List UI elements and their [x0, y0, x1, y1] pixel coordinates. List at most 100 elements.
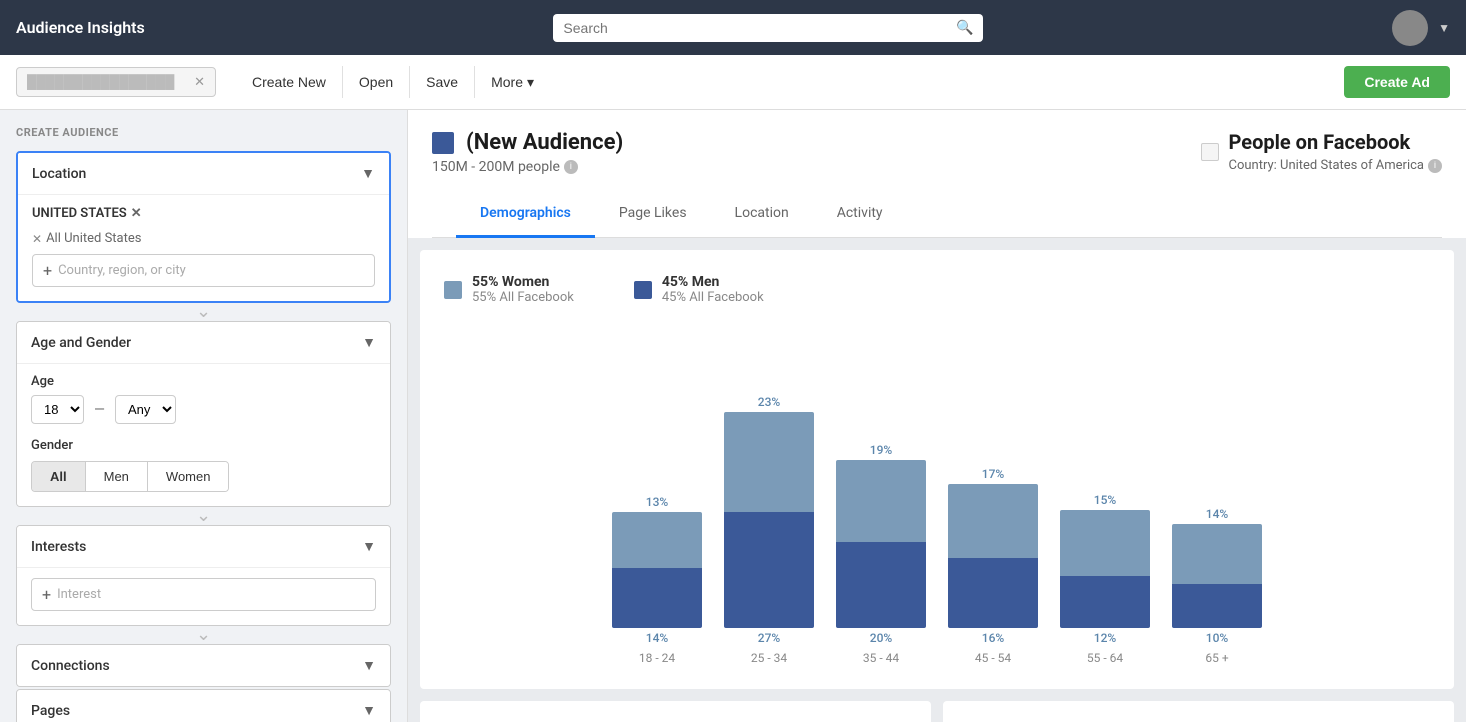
chart-section: 55% Women 55% All Facebook 45% Men 45% A…: [420, 250, 1454, 689]
top-nav: Audience Insights 🔍 ▼: [0, 0, 1466, 55]
tabs: Demographics Page Likes Location Activit…: [432, 191, 1442, 238]
women-pct-0: 13%: [646, 495, 668, 509]
create-new-button[interactable]: Create New: [236, 66, 343, 98]
bar-women-1: [724, 412, 814, 512]
location-section-header[interactable]: Location ▼: [18, 153, 389, 194]
location-tag-remove-icon[interactable]: ✕: [131, 206, 142, 221]
age-group-55 - 64: 15% 12% 55 - 64: [1055, 493, 1155, 665]
interests-panel: Interests ▼ + Interest: [16, 525, 391, 626]
facebook-block: People on Facebook Country: United State…: [1201, 130, 1443, 173]
women-legend-label: 55% Women: [472, 274, 574, 290]
tab-demographics[interactable]: Demographics: [456, 191, 595, 238]
age-gender-label: Age and Gender: [31, 335, 131, 351]
age-group-65 +: 14% 10% 65 +: [1167, 507, 1267, 665]
tab-location[interactable]: Location: [711, 191, 813, 238]
men-legend-sub: 45% All Facebook: [662, 290, 764, 305]
create-audience-label: CREATE AUDIENCE: [16, 126, 391, 139]
age-range-1: 25 - 34: [751, 651, 787, 665]
women-legend-item: 55% Women 55% All Facebook: [444, 274, 574, 305]
audience-info-block: (New Audience) 150M - 200M people i: [432, 130, 623, 175]
age-group-35 - 44: 19% 20% 35 - 44: [831, 443, 931, 665]
audience-name-blurred: ████████████████: [27, 74, 174, 90]
bar-women-0: [612, 512, 702, 568]
age-to-select[interactable]: Any: [115, 395, 176, 424]
women-legend-text: 55% Women 55% All Facebook: [472, 274, 574, 305]
chart-legend: 55% Women 55% All Facebook 45% Men 45% A…: [444, 274, 1430, 305]
pages-header[interactable]: Pages ▼: [17, 690, 390, 722]
gender-label: Gender: [31, 438, 376, 453]
bottom-panels: [420, 701, 1454, 722]
nav-arrow-icon[interactable]: ▼: [1438, 21, 1450, 35]
men-legend-item: 45% Men 45% All Facebook: [634, 274, 764, 305]
location-label: Location: [32, 166, 86, 182]
location-panel-deco: ⌄: [16, 305, 391, 321]
location-subtag-remove-icon[interactable]: ✕: [32, 232, 42, 246]
bar-chart: 13% 14% 18 - 24 23% 27% 25 - 34 19% 20% …: [444, 325, 1430, 665]
location-tags: UNITED STATES ✕: [32, 205, 375, 221]
open-button[interactable]: Open: [343, 66, 410, 98]
men-pct-3: 16%: [982, 631, 1004, 645]
audience-header-row: (New Audience) 150M - 200M people i Peop…: [432, 130, 1442, 175]
main-layout: CREATE AUDIENCE Location ▼ UNITED STATES…: [0, 110, 1466, 722]
bar-women-4: [1060, 510, 1150, 576]
gender-men-button[interactable]: Men: [86, 462, 148, 491]
women-legend-sub: 55% All Facebook: [472, 290, 574, 305]
save-button[interactable]: Save: [410, 66, 475, 98]
interests-chevron-icon: ▼: [362, 538, 376, 555]
more-button[interactable]: More ▾: [475, 66, 550, 99]
interests-header[interactable]: Interests ▼: [17, 526, 390, 567]
gender-women-button[interactable]: Women: [148, 462, 229, 491]
audience-selector[interactable]: ████████████████ ✕: [16, 67, 216, 97]
age-row: 18 — Any: [31, 395, 376, 424]
tab-page-likes[interactable]: Page Likes: [595, 191, 711, 238]
location-panel: Location ▼ UNITED STATES ✕ ✕ All United …: [16, 151, 391, 303]
age-group-45 - 54: 17% 16% 45 - 54: [943, 467, 1043, 665]
age-range-5: 65 +: [1205, 651, 1228, 665]
women-pct-1: 23%: [758, 395, 780, 409]
bottom-panel-right: [943, 701, 1454, 722]
facebook-title: People on Facebook: [1229, 130, 1443, 154]
men-legend-label: 45% Men: [662, 274, 764, 290]
connections-label: Connections: [31, 658, 110, 674]
location-section-body: UNITED STATES ✕ ✕ All United States + Co…: [18, 194, 389, 301]
search-input[interactable]: [563, 20, 950, 36]
age-gender-body: Age 18 — Any Gender All Men Women: [17, 363, 390, 506]
women-pct-3: 17%: [982, 467, 1004, 481]
men-pct-1: 27%: [758, 631, 780, 645]
men-pct-0: 14%: [646, 631, 668, 645]
location-subtag: ✕ All United States: [32, 231, 375, 246]
more-dropdown-icon: ▾: [527, 74, 534, 91]
facebook-checkbox[interactable]: [1201, 143, 1219, 161]
audience-title: (New Audience): [466, 130, 623, 155]
men-pct-2: 20%: [870, 631, 892, 645]
audience-count: 150M - 200M people i: [432, 159, 623, 175]
location-add-input[interactable]: + Country, region, or city: [32, 254, 375, 287]
bar-men-4: [1060, 576, 1150, 628]
facebook-info-icon[interactable]: i: [1428, 159, 1442, 173]
connections-header[interactable]: Connections ▼: [17, 645, 390, 686]
pages-panel: Pages ▼: [16, 689, 391, 722]
avatar: [1392, 10, 1428, 46]
age-gender-header[interactable]: Age and Gender ▼: [17, 322, 390, 363]
location-chevron-icon: ▼: [361, 165, 375, 182]
audience-header: (New Audience) 150M - 200M people i Peop…: [408, 110, 1466, 238]
age-label: Age: [31, 374, 376, 389]
facebook-subtitle: Country: United States of America i: [1229, 158, 1443, 173]
bar-men-2: [836, 542, 926, 628]
age-from-select[interactable]: 18: [31, 395, 84, 424]
women-pct-5: 14%: [1206, 507, 1228, 521]
tab-activity[interactable]: Activity: [813, 191, 907, 238]
pages-label: Pages: [31, 703, 70, 719]
interests-body: + Interest: [17, 567, 390, 625]
gender-all-button[interactable]: All: [32, 462, 86, 491]
bar-men-1: [724, 512, 814, 628]
audience-info-icon[interactable]: i: [564, 160, 578, 174]
age-range-2: 35 - 44: [863, 651, 899, 665]
age-gender-panel-deco: ⌄: [16, 509, 391, 525]
age-dash: —: [94, 402, 105, 418]
interests-label: Interests: [31, 539, 86, 555]
search-box[interactable]: 🔍: [553, 14, 983, 42]
interest-add-input[interactable]: + Interest: [31, 578, 376, 611]
men-pct-5: 10%: [1206, 631, 1228, 645]
create-ad-button[interactable]: Create Ad: [1344, 66, 1450, 98]
